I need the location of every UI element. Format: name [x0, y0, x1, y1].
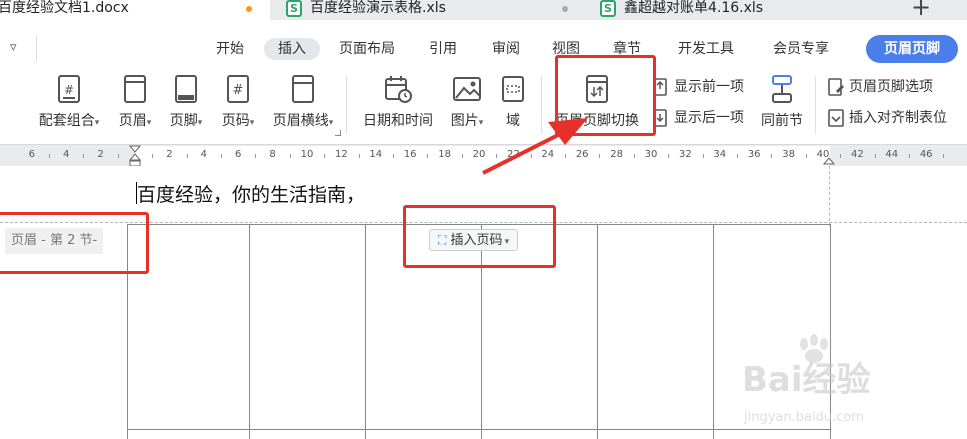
annotation-arrow	[482, 118, 588, 175]
app-window: { "tabs": [ {"title": "百度经验文档1.docx", "a…	[0, 0, 967, 439]
